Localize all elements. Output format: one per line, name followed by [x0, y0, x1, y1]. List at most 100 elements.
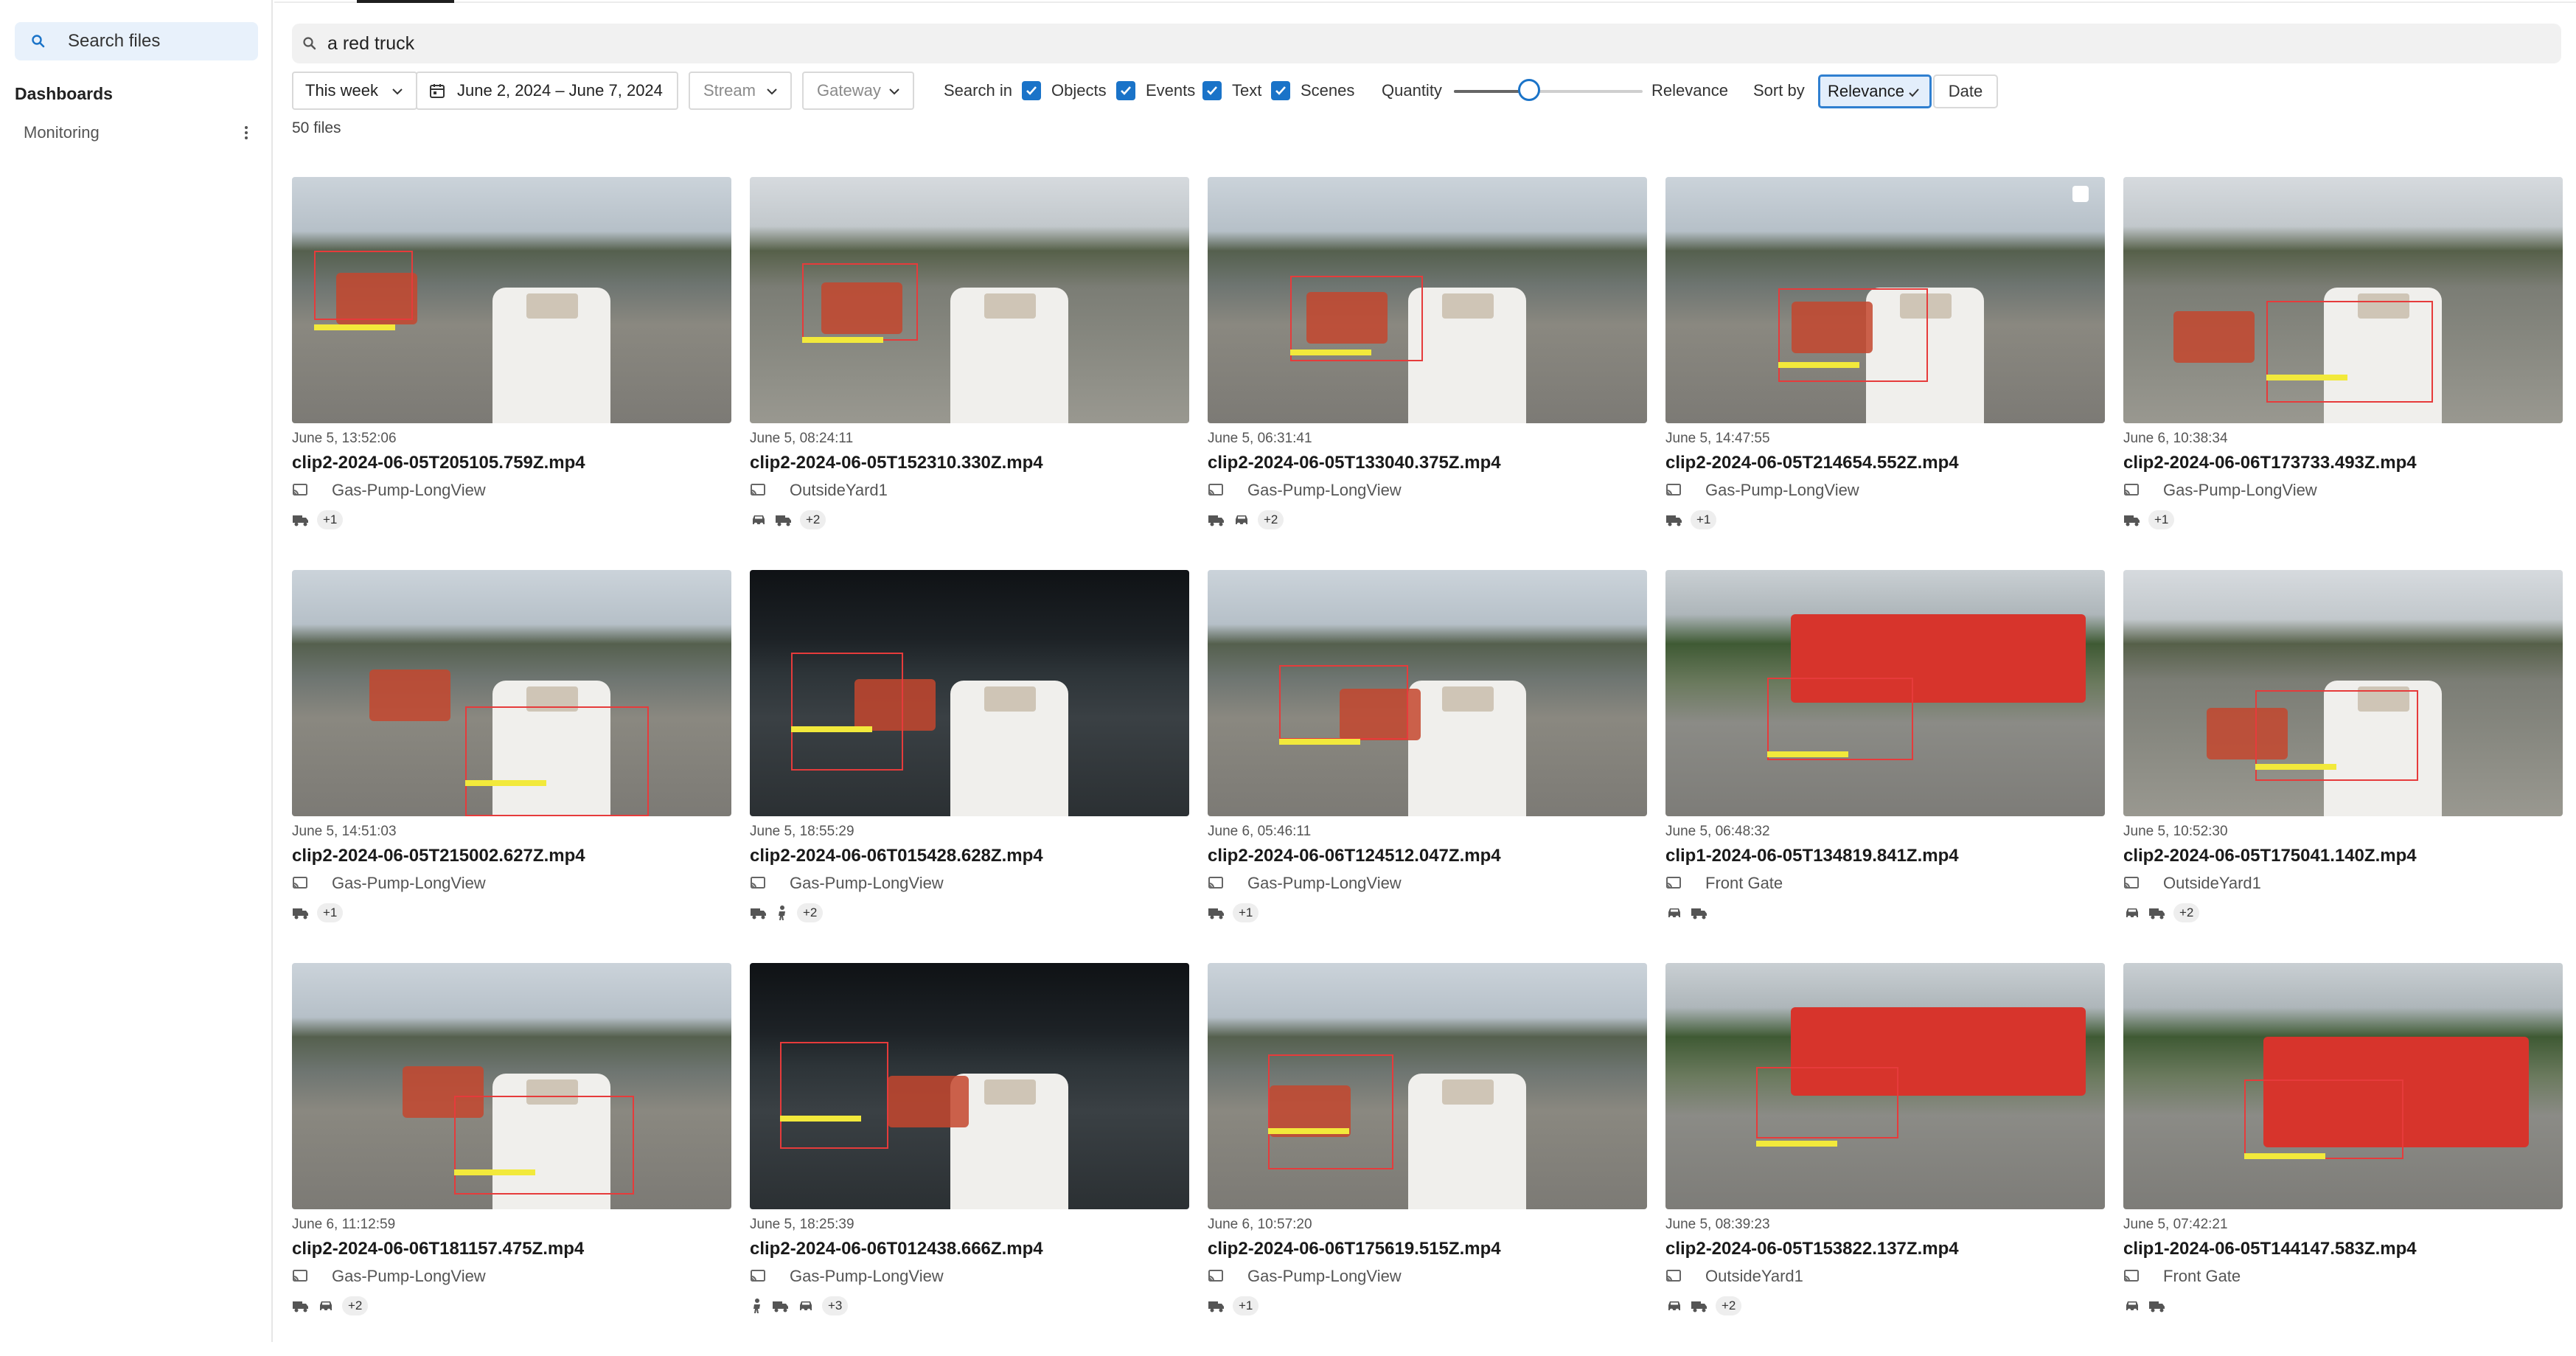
video-thumbnail[interactable]	[292, 963, 731, 1209]
sidebar-item-monitoring[interactable]: Monitoring	[15, 118, 258, 147]
video-thumbnail[interactable]	[750, 570, 1189, 816]
detection-box	[802, 263, 918, 341]
truck-icon	[750, 905, 767, 920]
video-thumbnail[interactable]	[1665, 963, 2105, 1209]
more-tags-badge[interactable]: +2	[1258, 510, 1284, 529]
more-tags-badge[interactable]: +2	[2173, 903, 2200, 922]
clip-filename[interactable]: clip2-2024-06-06T015428.628Z.mp4	[750, 846, 1189, 866]
clip-stream: OutsideYard1	[750, 481, 1189, 500]
video-thumbnail[interactable]	[1208, 570, 1647, 816]
scenes-checkbox[interactable]	[1271, 81, 1290, 100]
result-card[interactable]: June 6, 10:57:20 clip2-2024-06-06T175619.…	[1208, 963, 1647, 1356]
video-thumbnail[interactable]	[2123, 963, 2563, 1209]
date-range-picker[interactable]: June 2, 2024 – June 7, 2024	[416, 72, 678, 110]
video-thumbnail[interactable]	[1208, 177, 1647, 423]
clip-filename[interactable]: clip2-2024-06-05T215002.627Z.mp4	[292, 846, 731, 866]
car-icon	[2123, 905, 2141, 920]
result-card[interactable]: June 6, 11:12:59 clip2-2024-06-06T181157.…	[292, 963, 731, 1356]
truck-icon	[1665, 512, 1683, 527]
clip-filename[interactable]: clip2-2024-06-06T012438.666Z.mp4	[750, 1239, 1189, 1259]
select-checkbox[interactable]	[2072, 186, 2089, 202]
detection-box	[780, 1042, 888, 1149]
white-truck-shape	[950, 288, 1068, 423]
result-card[interactable]: June 5, 18:55:29 clip2-2024-06-06T015428.…	[750, 570, 1189, 963]
more-tags-badge[interactable]: +3	[822, 1296, 849, 1315]
more-tags-badge[interactable]: +2	[797, 903, 824, 922]
clip-filename[interactable]: clip1-2024-06-05T134819.841Z.mp4	[1665, 846, 2105, 866]
clip-filename[interactable]: clip2-2024-06-05T152310.330Z.mp4	[750, 453, 1189, 473]
video-thumbnail[interactable]	[292, 570, 731, 816]
stream-select[interactable]: Stream	[689, 72, 792, 110]
more-tags-badge[interactable]: +1	[317, 510, 344, 529]
stream-icon	[292, 1269, 320, 1284]
more-options-icon[interactable]	[245, 126, 248, 139]
clip-filename[interactable]: clip2-2024-06-05T153822.137Z.mp4	[1665, 1239, 2105, 1259]
period-value: This week	[305, 81, 379, 100]
period-select[interactable]: This week	[292, 72, 417, 110]
more-tags-badge[interactable]: +2	[800, 510, 826, 529]
sort-relevance-button[interactable]: Relevance	[1818, 74, 1932, 108]
clip-stream: Front Gate	[1665, 874, 2105, 893]
more-tags-badge[interactable]: +1	[1233, 903, 1259, 922]
white-truck-shape	[950, 681, 1068, 816]
result-card[interactable]: June 5, 14:51:03 clip2-2024-06-05T215002.…	[292, 570, 731, 963]
sidebar-search-files[interactable]: Search files	[15, 22, 258, 60]
events-checkbox[interactable]	[1116, 81, 1135, 100]
search-input[interactable]: a red truck	[292, 24, 2561, 63]
video-thumbnail[interactable]	[750, 177, 1189, 423]
result-card[interactable]: June 5, 06:48:32 clip1-2024-06-05T134819.…	[1665, 570, 2105, 963]
more-tags-badge[interactable]: +1	[1691, 510, 1717, 529]
sidebar: Search files Dashboards Monitoring	[0, 0, 273, 1342]
clip-filename[interactable]: clip2-2024-06-05T175041.140Z.mp4	[2123, 846, 2563, 866]
more-tags-badge[interactable]: +2	[342, 1296, 369, 1315]
result-card[interactable]: June 5, 08:39:23 clip2-2024-06-05T153822.…	[1665, 963, 2105, 1356]
object-tags: +2	[1208, 510, 1647, 529]
result-card[interactable]: June 5, 10:52:30 clip2-2024-06-05T175041.…	[2123, 570, 2563, 963]
result-card[interactable]: June 5, 06:31:41 clip2-2024-06-05T133040.…	[1208, 177, 1647, 570]
more-tags-badge[interactable]: +1	[1233, 1296, 1259, 1315]
detection-label	[1778, 362, 1859, 368]
result-card[interactable]: June 5, 07:42:21 clip1-2024-06-05T144147.…	[2123, 963, 2563, 1356]
search-icon	[303, 37, 316, 50]
video-thumbnail[interactable]	[1665, 570, 2105, 816]
objects-checkbox[interactable]	[1022, 81, 1041, 100]
video-thumbnail[interactable]	[2123, 570, 2563, 816]
more-tags-badge[interactable]: +1	[2148, 510, 2175, 529]
file-count: 50 files	[292, 119, 341, 136]
object-tags: +2	[1665, 1296, 2105, 1315]
video-thumbnail[interactable]	[292, 177, 731, 423]
clip-stream: Gas-Pump-LongView	[292, 874, 731, 893]
clip-filename[interactable]: clip2-2024-06-06T181157.475Z.mp4	[292, 1239, 731, 1259]
stream-name: Gas-Pump-LongView	[1705, 481, 1859, 499]
more-tags-badge[interactable]: +2	[1716, 1296, 1742, 1315]
clip-filename[interactable]: clip2-2024-06-06T175619.515Z.mp4	[1208, 1239, 1647, 1259]
clip-filename[interactable]: clip2-2024-06-05T205105.759Z.mp4	[292, 453, 731, 473]
clip-filename[interactable]: clip2-2024-06-06T173733.493Z.mp4	[2123, 453, 2563, 473]
stream-name: Gas-Pump-LongView	[1247, 481, 1402, 499]
clip-filename[interactable]: clip1-2024-06-05T144147.583Z.mp4	[2123, 1239, 2563, 1259]
result-card[interactable]: June 6, 05:46:11 clip2-2024-06-06T124512.…	[1208, 570, 1647, 963]
clip-filename[interactable]: clip2-2024-06-06T124512.047Z.mp4	[1208, 846, 1647, 866]
result-card[interactable]: June 6, 10:38:34 clip2-2024-06-06T173733.…	[2123, 177, 2563, 570]
chevron-down-icon	[767, 88, 777, 95]
video-thumbnail[interactable]	[1208, 963, 1647, 1209]
more-tags-badge[interactable]: +1	[317, 903, 344, 922]
clip-filename[interactable]: clip2-2024-06-05T214654.552Z.mp4	[1665, 453, 2105, 473]
result-card[interactable]: June 5, 14:47:55 clip2-2024-06-05T214654.…	[1665, 177, 2105, 570]
result-card[interactable]: June 5, 13:52:06 clip2-2024-06-05T205105.…	[292, 177, 731, 570]
object-tags: +2	[750, 903, 1189, 922]
result-card[interactable]: June 5, 08:24:11 clip2-2024-06-05T152310.…	[750, 177, 1189, 570]
gateway-select[interactable]: Gateway	[802, 72, 914, 110]
slider-handle[interactable]	[1518, 79, 1541, 101]
result-card[interactable]: June 5, 18:25:39 clip2-2024-06-06T012438.…	[750, 963, 1189, 1356]
clip-filename[interactable]: clip2-2024-06-05T133040.375Z.mp4	[1208, 453, 1647, 473]
video-thumbnail[interactable]	[2123, 177, 2563, 423]
relevance-label: Relevance	[1651, 81, 1728, 100]
clip-stream: Gas-Pump-LongView	[1208, 874, 1647, 893]
stream-name: Front Gate	[2163, 1267, 2241, 1285]
video-thumbnail[interactable]	[1665, 177, 2105, 423]
quantity-label: Quantity	[1382, 81, 1442, 100]
sort-date-button[interactable]: Date	[1933, 74, 1998, 108]
text-checkbox[interactable]	[1202, 81, 1222, 100]
video-thumbnail[interactable]	[750, 963, 1189, 1209]
